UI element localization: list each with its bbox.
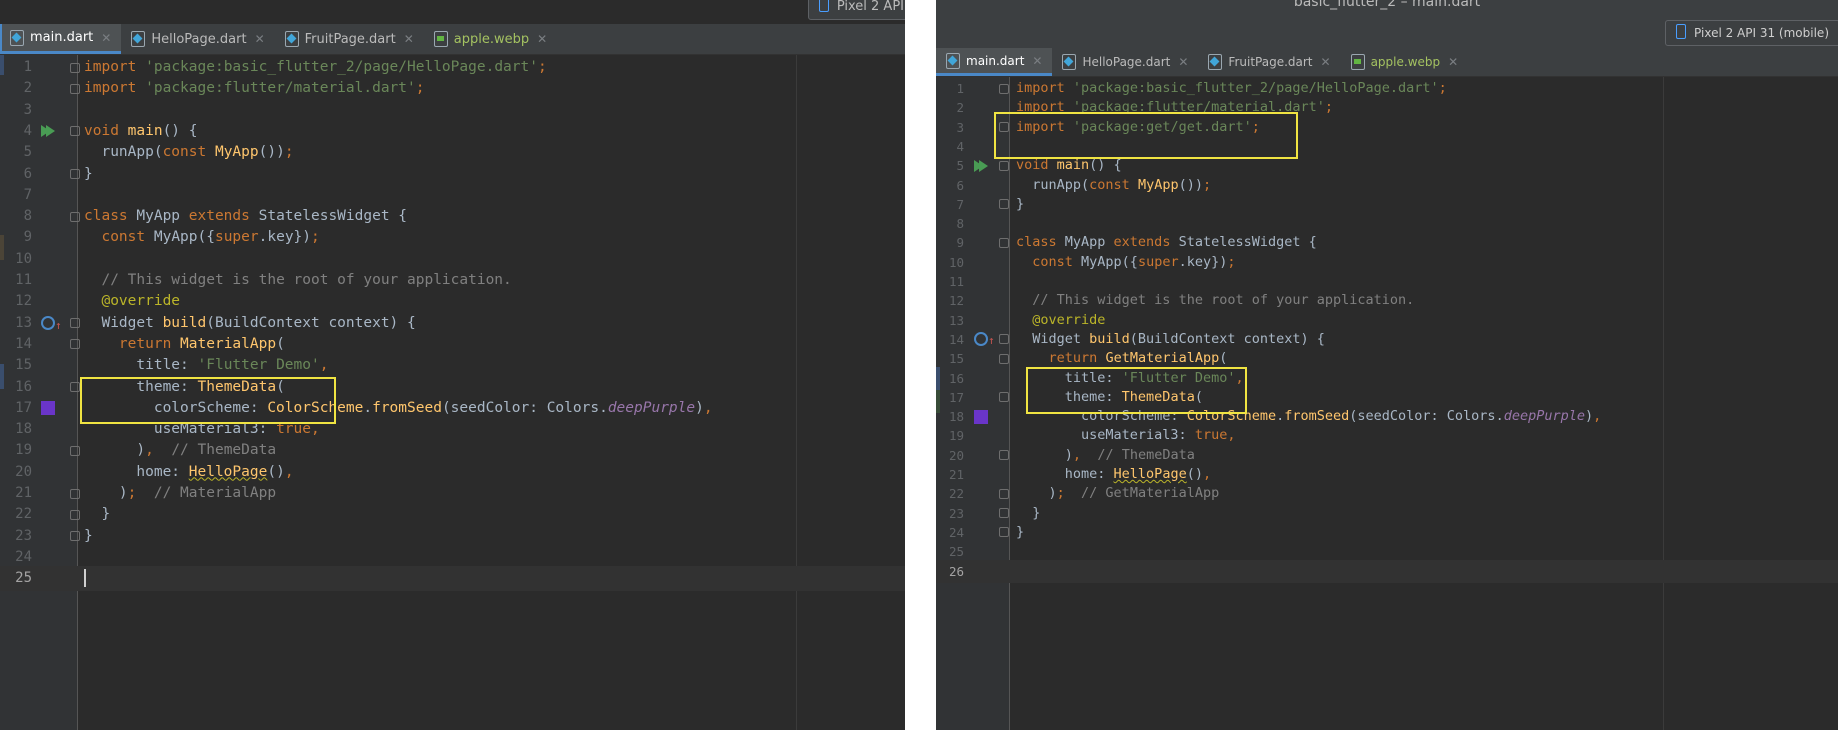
code-line[interactable]: 26 (936, 559, 1838, 583)
editor-pane-left: Pixel 2 API main.dart ✕ HelloPage.dart ✕… (0, 0, 905, 730)
fold-icon[interactable] (999, 122, 1009, 133)
tab-hellopage-dart[interactable]: HelloPage.dart ✕ (1052, 48, 1198, 76)
code-editor[interactable]: 1 import 'package:basic_flutter_2/page/He… (0, 55, 905, 730)
fold-icon[interactable] (70, 169, 80, 179)
fold-icon[interactable] (70, 83, 80, 94)
fold-icon[interactable] (70, 62, 80, 73)
toolbar: basic_flutter_2 – main.dart Pixel 2 API … (936, 0, 1838, 48)
fold-icon[interactable] (999, 508, 1009, 519)
fold-icon[interactable] (70, 445, 80, 456)
tab-label: main.dart (30, 30, 94, 45)
device-selector[interactable]: Pixel 2 API 31 (mobile) (1665, 20, 1838, 46)
toolbar: Pixel 2 API (0, 0, 905, 24)
fold-icon[interactable] (999, 334, 1009, 345)
override-up-icon[interactable] (41, 313, 62, 338)
dart-file-icon (284, 31, 299, 47)
editor-tabs: main.dart ✕ HelloPage.dart ✕ FruitPage.d… (0, 24, 905, 55)
fold-icon[interactable] (999, 450, 1009, 461)
run-triangle-icon[interactable] (974, 159, 988, 172)
dart-file-icon (131, 31, 146, 47)
close-icon[interactable]: ✕ (404, 32, 414, 46)
image-file-icon (433, 31, 448, 47)
close-icon[interactable]: ✕ (1032, 54, 1042, 68)
fold-icon[interactable] (70, 488, 80, 499)
phone-icon (818, 0, 829, 12)
tab-main-dart[interactable]: main.dart ✕ (936, 48, 1053, 76)
color-swatch-icon[interactable] (41, 401, 55, 416)
device-selector[interactable]: Pixel 2 API (807, 0, 905, 20)
close-icon[interactable]: ✕ (101, 31, 111, 45)
tab-label: main.dart (966, 53, 1025, 68)
fold-icon[interactable] (70, 211, 80, 222)
device-label: Pixel 2 API (836, 0, 904, 14)
fold-icon[interactable] (70, 126, 80, 137)
editor-tabs: main.dart ✕ HelloPage.dart ✕ FruitPage.d… (936, 48, 1838, 77)
image-file-icon (1350, 54, 1365, 70)
code-line[interactable]: 25 (0, 566, 905, 592)
close-icon[interactable]: ✕ (255, 32, 265, 46)
fold-icon[interactable] (999, 199, 1009, 210)
tab-label: apple.webp (453, 31, 530, 47)
tab-label: HelloPage.dart (151, 31, 247, 47)
tab-apple-webp[interactable]: apple.webp ✕ (1341, 48, 1469, 76)
color-swatch-icon[interactable] (974, 409, 988, 424)
line-number: 26 (948, 563, 964, 579)
tab-label: FruitPage.dart (304, 31, 396, 47)
close-icon[interactable]: ✕ (1178, 55, 1188, 69)
fold-icon[interactable] (999, 237, 1009, 248)
fold-icon[interactable] (999, 160, 1009, 171)
close-icon[interactable]: ✕ (537, 32, 547, 46)
fold-icon[interactable] (70, 382, 80, 392)
dart-file-icon (10, 29, 24, 46)
fold-icon[interactable] (70, 509, 80, 520)
tab-hellopage-dart[interactable]: HelloPage.dart ✕ (121, 24, 274, 54)
code-text (84, 566, 86, 591)
fold-icon[interactable] (70, 339, 80, 350)
phone-icon (1676, 24, 1687, 39)
fold-icon[interactable] (999, 353, 1009, 364)
editor-pane-right: basic_flutter_2 – main.dart Pixel 2 API … (936, 0, 1838, 730)
override-up-icon[interactable] (974, 329, 995, 352)
tab-fruitpage-dart[interactable]: FruitPage.dart ✕ (1198, 48, 1340, 76)
dart-file-icon (1208, 54, 1223, 70)
fold-icon[interactable] (70, 318, 80, 329)
tab-label: FruitPage.dart (1228, 55, 1313, 69)
fold-icon[interactable] (999, 83, 1009, 94)
dart-file-icon (946, 52, 960, 69)
run-triangle-icon[interactable] (41, 125, 55, 138)
tab-main-dart[interactable]: main.dart ✕ (0, 24, 122, 54)
fold-icon[interactable] (999, 488, 1009, 499)
tab-scroll-indicator (0, 24, 2, 54)
code-editor[interactable]: 1 import 'package:basic_flutter_2/page/He… (936, 77, 1838, 730)
dart-file-icon (1062, 54, 1077, 70)
close-icon[interactable]: ✕ (1448, 55, 1458, 69)
tab-label: apple.webp (1370, 55, 1441, 69)
tab-fruitpage-dart[interactable]: FruitPage.dart ✕ (275, 24, 424, 54)
tab-label: HelloPage.dart (1082, 55, 1171, 69)
tab-apple-webp[interactable]: apple.webp ✕ (424, 24, 557, 54)
window-title: basic_flutter_2 – main.dart (1293, 0, 1481, 10)
fold-icon[interactable] (999, 527, 1009, 538)
line-number: 25 (15, 570, 32, 587)
close-icon[interactable]: ✕ (1321, 55, 1331, 69)
fold-icon[interactable] (999, 392, 1009, 403)
device-label: Pixel 2 API 31 (mobile) (1694, 26, 1829, 40)
fold-icon[interactable] (70, 531, 80, 542)
